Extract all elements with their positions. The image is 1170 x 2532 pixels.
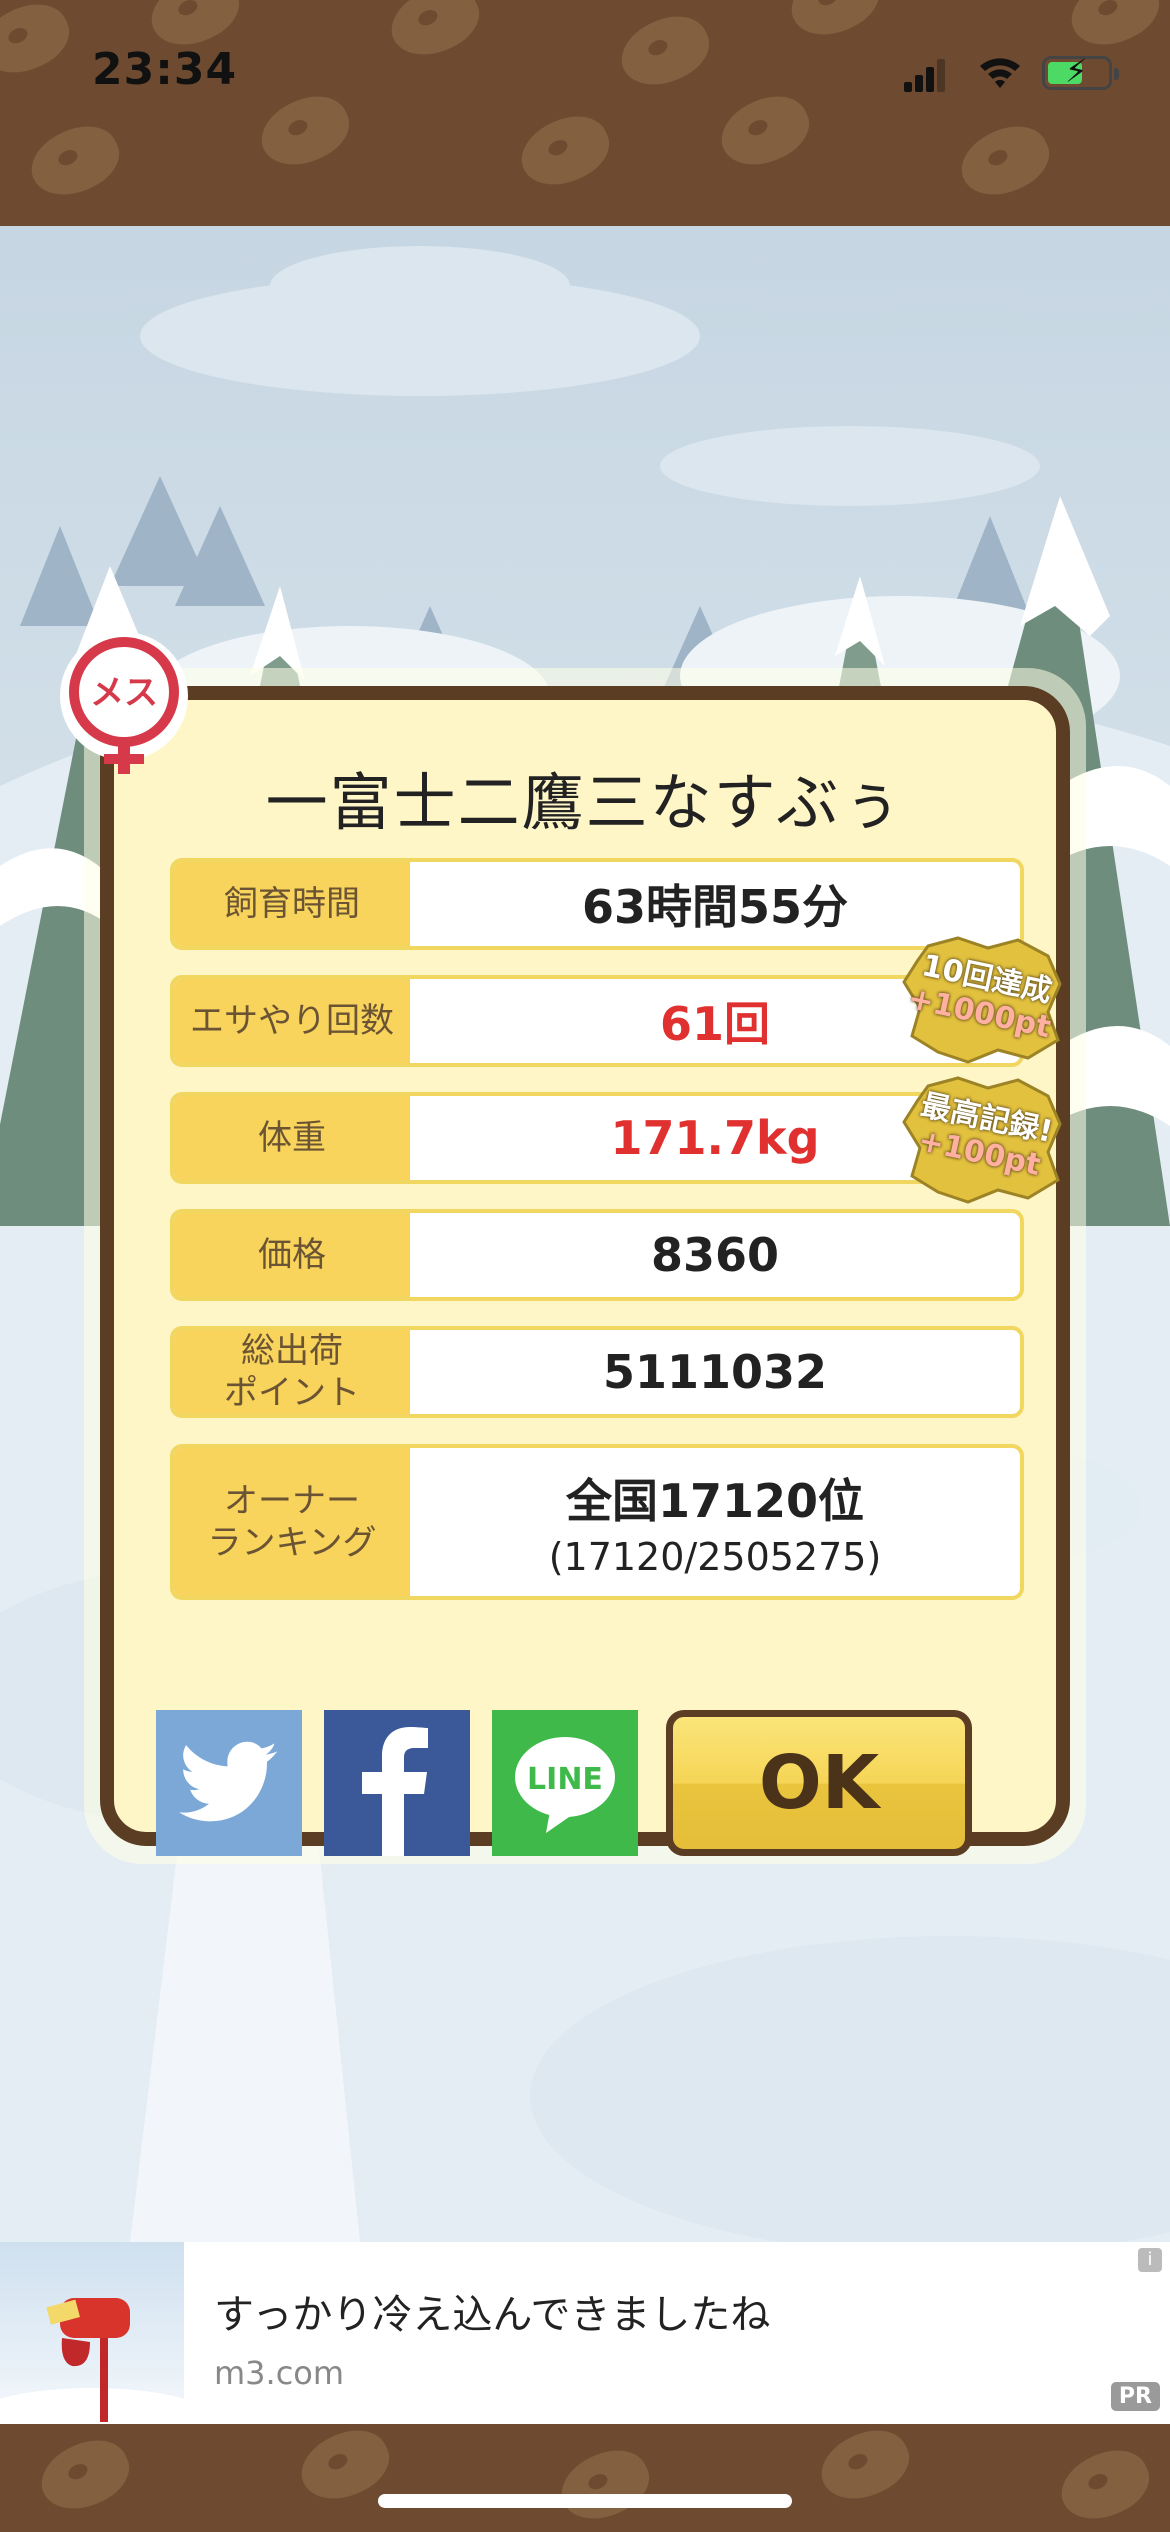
- facebook-share-button[interactable]: [324, 1710, 470, 1856]
- status-bar: 23:34 ⚡: [0, 0, 1170, 150]
- row-label: オーナー ランキング: [174, 1448, 410, 1596]
- row-feeding-count: エサやり回数 61回: [170, 975, 1024, 1067]
- battery-icon: ⚡: [1042, 55, 1119, 90]
- row-value: 5111032: [602, 1345, 828, 1399]
- svg-text:メス: メス: [90, 673, 158, 713]
- result-panel: 一富士二鷹三なすぶぅ 飼育時間 63時間55分 エサやり回数 61回 体重 17…: [100, 686, 1070, 1856]
- ad-info-icon[interactable]: i: [1138, 2248, 1162, 2272]
- female-badge-icon: メス: [60, 632, 188, 774]
- ad-headline[interactable]: すっかり冷え込んできましたね: [214, 2282, 770, 2340]
- status-time: 23:34: [92, 44, 238, 95]
- pig-name-title: 一富士二鷹三なすぶぅ: [265, 766, 905, 839]
- line-share-button[interactable]: LINE: [492, 1710, 638, 1856]
- row-label: 価格: [174, 1213, 410, 1297]
- mailbox-icon: [0, 2298, 184, 2424]
- row-value: 全国17120位 (17120/2505275): [410, 1448, 1020, 1596]
- ad-thumbnail[interactable]: [0, 2242, 184, 2424]
- ad-domain[interactable]: m3.com: [214, 2354, 344, 2392]
- facebook-logo-icon: [362, 1727, 428, 1856]
- achievement-badge-10-feedings: 10回達成 +1000pt: [898, 936, 1068, 1066]
- row-label: エサやり回数: [174, 979, 410, 1063]
- bottom-pattern-band: [0, 2424, 1170, 2532]
- row-label: 飼育時間: [174, 862, 410, 946]
- ok-button[interactable]: OK: [666, 1710, 972, 1856]
- twitter-bird-icon: [179, 1741, 278, 1822]
- ad-banner[interactable]: すっかり冷え込んできましたね m3.com i PR: [0, 2242, 1170, 2424]
- row-label: 総出荷 ポイント: [174, 1330, 410, 1414]
- ranking-value: 全国17120位: [565, 1474, 865, 1528]
- row-label: 体重: [174, 1096, 410, 1180]
- achievement-badge-best-record: 最高記録! +100pt: [898, 1076, 1068, 1206]
- row-value: 8360: [650, 1228, 780, 1282]
- cellular-signal-icon: [904, 58, 945, 92]
- wifi-icon: [980, 58, 1020, 88]
- row-price: 価格 8360: [170, 1209, 1024, 1301]
- row-owner-ranking: オーナー ランキング 全国17120位 (17120/2505275): [170, 1444, 1024, 1600]
- svg-text:LINE: LINE: [527, 1762, 603, 1797]
- ad-pr-badge: PR: [1110, 2382, 1160, 2411]
- row-raising-time: 飼育時間 63時間55分: [170, 858, 1024, 950]
- row-total-shipping-points: 総出荷 ポイント 5111032: [170, 1326, 1024, 1418]
- line-logo-icon: LINE: [515, 1737, 615, 1833]
- row-value: 63時間55分: [581, 880, 849, 934]
- ranking-detail: (17120/2505275): [548, 1535, 882, 1579]
- twitter-share-button[interactable]: [156, 1710, 302, 1856]
- home-indicator[interactable]: [378, 2494, 792, 2508]
